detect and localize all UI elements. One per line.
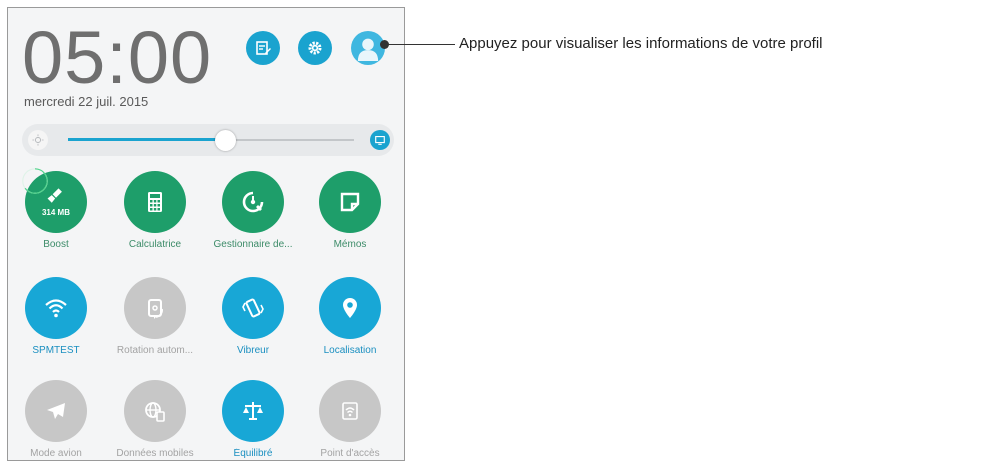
tile-vibrate[interactable]: Vibreur [205, 277, 301, 357]
tile-memo[interactable]: Mémos [302, 171, 398, 251]
tile-button[interactable] [222, 380, 284, 442]
callout-line [385, 44, 455, 45]
tile-label: Point d'accès [320, 448, 380, 459]
edit-note-icon [256, 41, 271, 55]
auto-brightness-button[interactable] [370, 130, 390, 150]
tile-broom[interactable]: 314 MB Boost [8, 168, 104, 251]
tile-button[interactable]: 314 MB [22, 168, 87, 233]
tile-button[interactable] [319, 380, 381, 442]
boost-progress-ring [22, 168, 48, 194]
tile-button[interactable] [319, 171, 381, 233]
tile-label: Boost [43, 239, 69, 250]
tile-label: Données mobiles [116, 448, 194, 459]
tile-balance[interactable]: Équilibré [205, 380, 301, 460]
tile-label: Rotation autom... [116, 345, 194, 356]
wifi-icon [45, 299, 67, 318]
gear-icon [308, 41, 322, 55]
tile-label: Localisation [323, 345, 377, 356]
callout-text: Appuyez pour visualiser les informations… [459, 35, 823, 52]
date: mercredi 22 juil. 2015 [24, 94, 149, 109]
tile-location[interactable]: Localisation [302, 277, 398, 357]
tile-button[interactable] [124, 277, 186, 339]
location-icon [343, 298, 357, 318]
quick-settings-panel: 05:00 mercredi 22 juil. 2015 314 MB Boos… [7, 7, 405, 461]
tile-button[interactable] [319, 277, 381, 339]
tile-button[interactable] [124, 380, 186, 442]
brightness-bar [22, 124, 394, 156]
profile-icon [357, 38, 379, 61]
vibrate-icon [242, 298, 264, 318]
tile-hotspot[interactable]: Point d'accès [302, 380, 398, 460]
memo-icon [340, 192, 360, 212]
tile-label: Gestionnaire de... [213, 239, 293, 250]
tile-label: Vibreur [236, 345, 270, 356]
brightness-slider-handle[interactable] [215, 130, 236, 151]
hotspot-icon [342, 402, 358, 420]
tile-label: Mémos [333, 239, 367, 250]
calculator-icon [148, 192, 162, 212]
tile-wifi[interactable]: SPMTEST [8, 277, 104, 357]
tile-label: SPMTEST [32, 345, 80, 356]
tile-button[interactable] [222, 277, 284, 339]
task-manager-icon [242, 191, 264, 213]
tile-label: Équilibré [233, 448, 273, 459]
auto-brightness-icon [375, 136, 385, 145]
tile-button[interactable] [25, 380, 87, 442]
tile-airplane[interactable]: Mode avion [8, 380, 104, 460]
edit-note-button[interactable] [246, 31, 280, 65]
tile-rotation[interactable]: Rotation autom... [107, 277, 203, 357]
settings-button[interactable] [298, 31, 332, 65]
tile-button[interactable] [124, 171, 186, 233]
profile-button[interactable] [351, 31, 385, 65]
tile-button[interactable] [25, 277, 87, 339]
clock: 05:00 [22, 16, 213, 99]
tile-mobile-data[interactable]: Données mobiles [107, 380, 203, 460]
broom-icon [47, 188, 62, 203]
tile-calculator[interactable]: Calculatrice [107, 171, 203, 251]
mobile-data-icon [145, 402, 165, 422]
rotation-icon [148, 299, 163, 319]
tile-label: Mode avion [30, 448, 82, 459]
tile-label: Calculatrice [128, 239, 182, 250]
brightness-fill [68, 138, 225, 141]
tile-button[interactable] [222, 171, 284, 233]
balance-icon [243, 402, 263, 420]
tile-task-manager[interactable]: Gestionnaire de... [205, 171, 301, 251]
airplane-icon [47, 403, 65, 419]
brightness-icon [28, 130, 48, 150]
boost-memory-badge: 314 MB [41, 208, 70, 217]
